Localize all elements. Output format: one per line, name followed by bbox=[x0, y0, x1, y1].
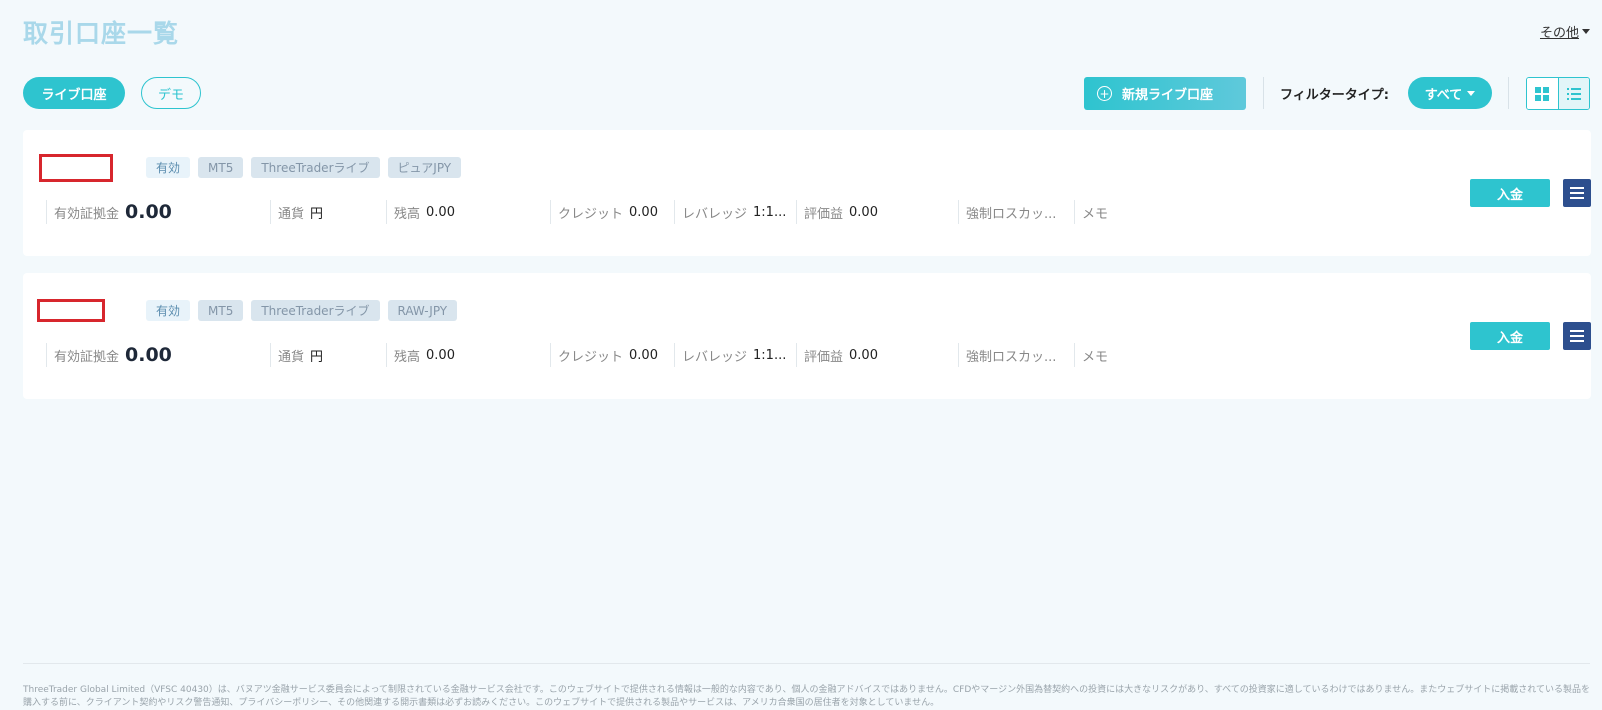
account-type-badge: ThreeTraderライブ bbox=[251, 157, 380, 178]
stat-label: 通貨 bbox=[278, 206, 305, 222]
stat-equity: 有効証拠金 0.00 bbox=[46, 343, 172, 367]
chevron-down-icon bbox=[1582, 29, 1590, 34]
platform-badge: MT5 bbox=[198, 157, 244, 178]
filter-type-value: すべて bbox=[1424, 87, 1463, 103]
other-menu[interactable]: その他 bbox=[1540, 22, 1590, 41]
hamburger-icon-bar bbox=[1570, 335, 1584, 337]
divider bbox=[1263, 77, 1264, 109]
stat-memo[interactable]: メモ bbox=[1074, 200, 1108, 224]
account-menu-button[interactable] bbox=[1563, 179, 1591, 207]
stat-value: 0.00 bbox=[426, 204, 455, 220]
footer-divider bbox=[23, 663, 1590, 664]
stat-leverage: レバレッジ 1:1... bbox=[674, 200, 786, 224]
footer-disclaimer: ThreeTrader Global Limited（VFSC 40430）は、… bbox=[23, 685, 1590, 708]
stat-equity: 有効証拠金 0.00 bbox=[46, 200, 172, 224]
stat-value: 0.00 bbox=[125, 201, 172, 223]
filter-type-dropdown[interactable]: すべて bbox=[1408, 77, 1492, 109]
stat-label: 有効証拠金 bbox=[54, 206, 120, 222]
stat-credit: クレジット 0.00 bbox=[550, 343, 658, 367]
stat-currency: 通貨 円 bbox=[270, 343, 323, 367]
stat-label: 評価益 bbox=[804, 206, 844, 222]
account-type-badge: ThreeTraderライブ bbox=[251, 300, 380, 321]
chevron-down-icon bbox=[1467, 90, 1476, 96]
stat-label: 残高 bbox=[394, 349, 421, 365]
stat-label: 強制ロスカッ... bbox=[966, 206, 1057, 222]
stat-stopout: 強制ロスカッ... bbox=[958, 200, 1056, 224]
stat-label: クレジット bbox=[558, 206, 624, 222]
stat-label: 有効証拠金 bbox=[54, 349, 120, 365]
hamburger-icon bbox=[1570, 187, 1584, 189]
stat-value: 0.00 bbox=[426, 347, 455, 363]
stat-label: 通貨 bbox=[278, 349, 305, 365]
stat-label: クレジット bbox=[558, 349, 624, 365]
stat-balance: 残高 0.00 bbox=[386, 200, 455, 224]
stat-label: メモ bbox=[1082, 349, 1109, 365]
stat-label: レバレッジ bbox=[682, 206, 748, 222]
view-toggle bbox=[1526, 77, 1590, 110]
stat-value: 0.00 bbox=[125, 344, 172, 366]
account-tags: 有効 MT5 ThreeTraderライブ RAW-JPY bbox=[146, 300, 458, 321]
deposit-button[interactable]: 入金 bbox=[1470, 322, 1550, 350]
filter-type-label: フィルタータイプ: bbox=[1280, 88, 1389, 103]
stat-balance: 残高 0.00 bbox=[386, 343, 455, 367]
stat-label: レバレッジ bbox=[682, 349, 748, 365]
other-menu-label: その他 bbox=[1539, 26, 1579, 41]
plus-circle-icon: + bbox=[1097, 86, 1112, 101]
stat-memo[interactable]: メモ bbox=[1074, 343, 1108, 367]
hamburger-icon-bar bbox=[1570, 340, 1584, 342]
deposit-button[interactable]: 入金 bbox=[1470, 179, 1550, 207]
stat-currency: 通貨 円 bbox=[270, 200, 323, 224]
hamburger-icon bbox=[1570, 330, 1584, 332]
variant-badge: RAW-JPY bbox=[387, 300, 458, 321]
account-stats: 有効証拠金 0.00 通貨 円 残高 0.00 クレジット 0.00 レバレッジ… bbox=[23, 200, 1223, 224]
new-live-account-label: 新規ライブ口座 bbox=[1122, 88, 1214, 103]
stat-leverage: レバレッジ 1:1... bbox=[674, 343, 786, 367]
new-live-account-button[interactable]: + 新規ライブ口座 bbox=[1084, 77, 1246, 110]
stat-label: メモ bbox=[1082, 206, 1109, 222]
page-title: 取引口座一覧 bbox=[23, 19, 180, 48]
divider bbox=[1508, 77, 1509, 109]
stat-value: 円 bbox=[310, 349, 324, 365]
stat-label: 強制ロスカッ... bbox=[966, 349, 1057, 365]
stat-pnl: 評価益 0.00 bbox=[796, 200, 878, 224]
account-card: 有効 MT5 ThreeTraderライブ RAW-JPY 有効証拠金 0.00… bbox=[23, 273, 1591, 399]
status-badge: 有効 bbox=[146, 300, 191, 321]
stat-pnl: 評価益 0.00 bbox=[796, 343, 878, 367]
stat-stopout: 強制ロスカッ... bbox=[958, 343, 1056, 367]
account-card: 有効 MT5 ThreeTraderライブ ピュアJPY 有効証拠金 0.00 … bbox=[23, 130, 1591, 256]
hamburger-icon-bar bbox=[1570, 197, 1584, 199]
account-tags: 有効 MT5 ThreeTraderライブ ピュアJPY bbox=[146, 157, 462, 178]
hamburger-icon-bar bbox=[1570, 192, 1584, 194]
list-icon bbox=[1566, 87, 1581, 100]
variant-badge: ピュアJPY bbox=[387, 157, 462, 178]
list-view-button[interactable] bbox=[1557, 78, 1589, 109]
account-number-redacted bbox=[39, 154, 113, 182]
stat-value: 0.00 bbox=[629, 204, 658, 220]
account-number-redacted bbox=[37, 299, 105, 322]
platform-badge: MT5 bbox=[198, 300, 244, 321]
stat-value: 円 bbox=[310, 206, 324, 222]
status-badge: 有効 bbox=[146, 157, 191, 178]
stat-value: 1:1... bbox=[753, 204, 787, 220]
grid-icon bbox=[1535, 86, 1550, 101]
stat-value: 0.00 bbox=[849, 347, 878, 363]
account-menu-button[interactable] bbox=[1563, 322, 1591, 350]
grid-view-button[interactable] bbox=[1527, 78, 1558, 109]
tab-live-accounts[interactable]: ライブ口座 bbox=[23, 77, 125, 109]
stat-label: 評価益 bbox=[804, 349, 844, 365]
stat-credit: クレジット 0.00 bbox=[550, 200, 658, 224]
stat-value: 0.00 bbox=[849, 204, 878, 220]
stat-label: 残高 bbox=[394, 206, 421, 222]
tab-demo-accounts[interactable]: デモ bbox=[141, 77, 201, 109]
stat-value: 0.00 bbox=[629, 347, 658, 363]
account-stats: 有効証拠金 0.00 通貨 円 残高 0.00 クレジット 0.00 レバレッジ… bbox=[23, 343, 1223, 367]
stat-value: 1:1... bbox=[753, 347, 787, 363]
